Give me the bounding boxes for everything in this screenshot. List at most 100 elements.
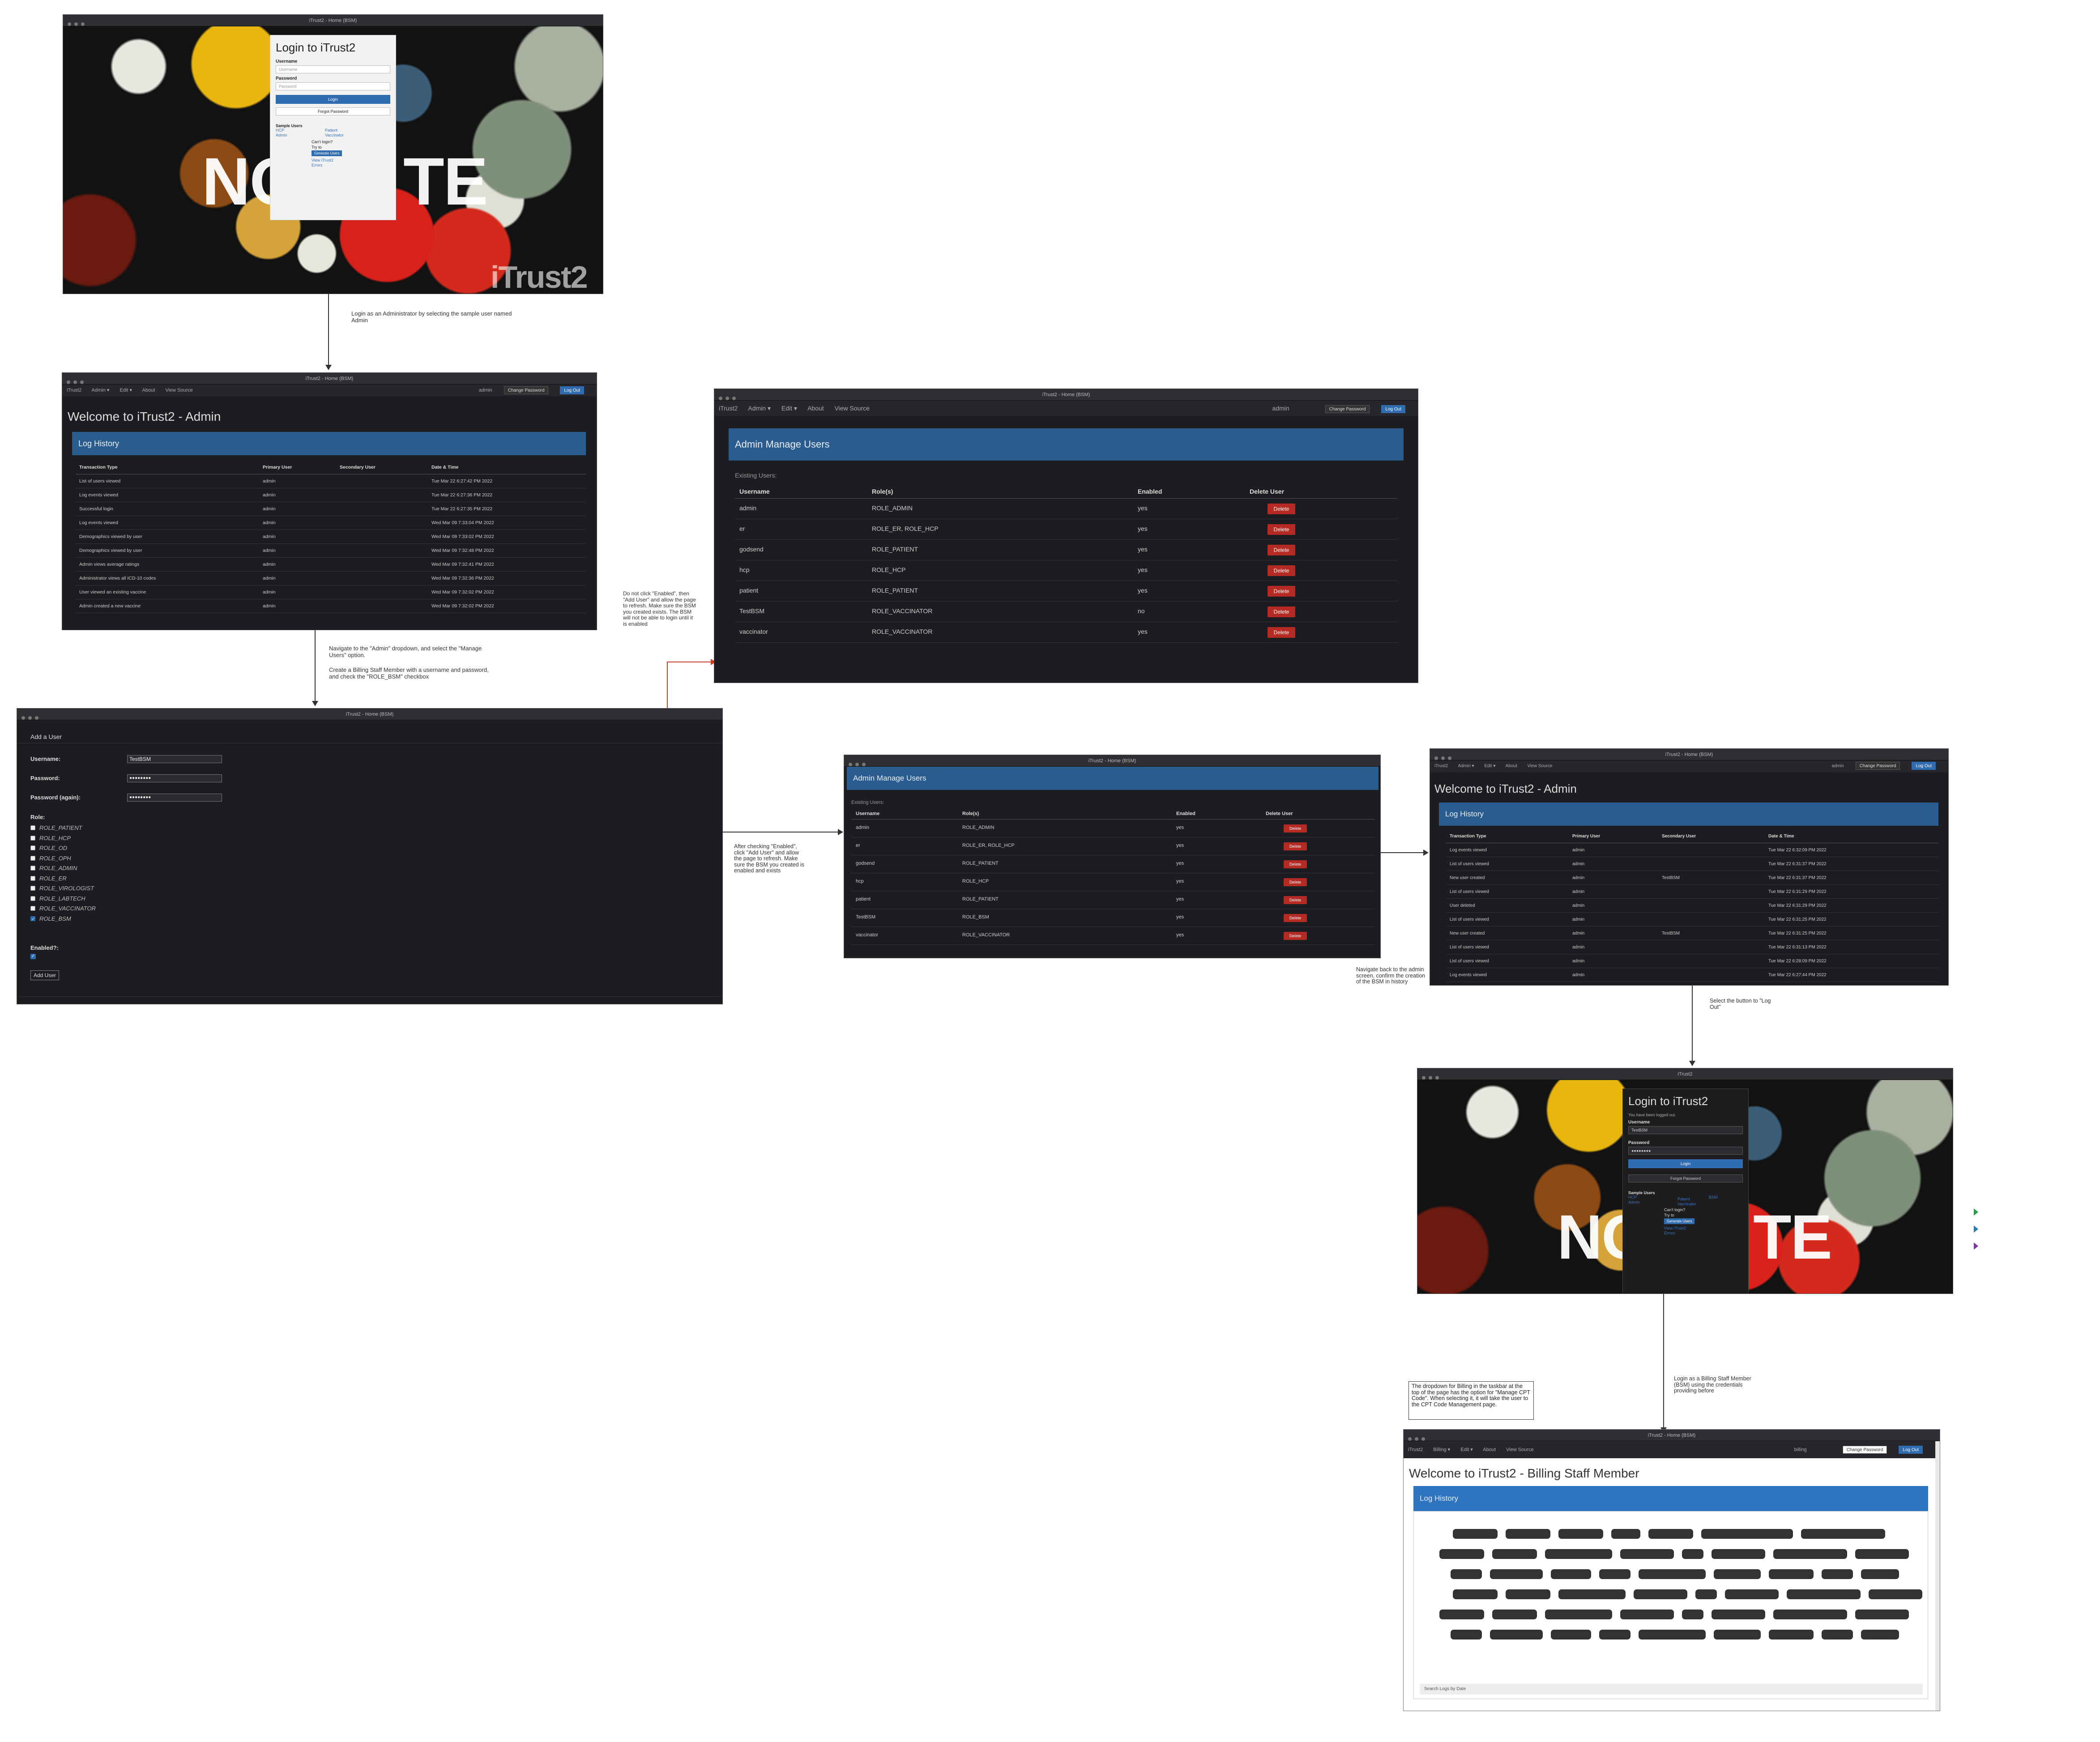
role-checkbox[interactable] [30,886,35,891]
role-checkbox[interactable] [30,825,35,830]
flow-arrow-4 [1381,852,1425,853]
sample-admin-link[interactable]: Admin [276,133,287,137]
brand-link[interactable]: iTrust2 [1434,764,1448,769]
delete-user-button[interactable]: Delete [1284,860,1307,868]
delete-user-button[interactable]: Delete [1284,914,1307,922]
view-source-link[interactable]: View Source [1528,764,1553,769]
scrollbar[interactable] [1935,1441,1940,1711]
generate-users-button[interactable]: Generate Users [312,150,342,156]
about-link[interactable]: About [1506,764,1517,769]
sample-bsm-link[interactable]: BSM [1709,1195,1718,1200]
role-option[interactable]: ROLE_OPH [30,854,96,864]
edit-dropdown[interactable]: Edit ▾ [1460,1447,1473,1452]
sample-vaccinator-link[interactable]: Vaccinator [325,133,344,137]
view-source-link[interactable]: View Source [1506,1447,1534,1452]
change-password-button[interactable]: Change Password [1842,1446,1887,1454]
delete-user-button[interactable]: Delete [1284,878,1307,886]
existing-users-label: Existing Users: [851,800,884,805]
password-input[interactable]: Password [276,82,390,90]
username-input[interactable]: TestBSM [1628,1126,1743,1134]
sample-vaccinator-link[interactable]: Vaccinator [1677,1202,1696,1206]
role-checkbox[interactable] [30,896,35,901]
forgot-password-button[interactable]: Forgot Password [276,107,390,115]
role-option[interactable]: ROLE_VIROLOGIST [30,884,96,894]
login-button[interactable]: Login [276,95,390,104]
admin-dropdown[interactable]: Admin ▾ [1458,764,1474,769]
brand-link[interactable]: iTrust2 [719,405,738,412]
login-button[interactable]: Login [1628,1159,1743,1168]
role-option[interactable]: ROLE_ER [30,874,96,884]
role-checkbox[interactable] [30,875,35,881]
username-input[interactable]: TestBSM [127,755,222,763]
logout-button[interactable]: Log Out [1899,1446,1923,1454]
logout-button[interactable]: Log Out [1381,405,1405,413]
change-password-button[interactable]: Change Password [504,386,549,394]
role-checkbox[interactable] [30,855,35,861]
delete-user-button[interactable]: Delete [1268,627,1295,638]
generate-users-button[interactable]: Generate Users [1664,1218,1695,1224]
admin-dropdown[interactable]: Admin ▾ [92,388,110,393]
errors-link[interactable]: Errors [312,163,390,167]
log-history-panel-header: Log History [1413,1486,1928,1511]
password-input[interactable]: ●●●●●●●● [127,774,222,782]
add-user-button[interactable]: Add User [30,970,60,980]
billing-dropdown[interactable]: Billing ▾ [1433,1447,1450,1452]
password-input[interactable]: ●●●●●●●● [1628,1147,1743,1155]
errors-link[interactable]: Errors [1664,1231,1743,1235]
view-itrust-link[interactable]: View iTrust2 [1664,1226,1743,1230]
delete-user-button[interactable]: Delete [1268,606,1295,617]
role-option[interactable]: ✓ ROLE_BSM [30,914,96,924]
role-checkbox[interactable] [30,866,35,871]
delete-user-button[interactable]: Delete [1268,545,1295,555]
change-password-button[interactable]: Change Password [1325,405,1370,413]
edit-dropdown[interactable]: Edit ▾ [120,388,132,393]
delete-user-button[interactable]: Delete [1268,504,1295,514]
sample-patient-link[interactable]: Patient [325,128,337,132]
table-cell: Wed Mar 09 7:33:04 PM 2022 [431,520,494,525]
change-password-button[interactable]: Change Password [1855,762,1900,770]
role-checkbox[interactable] [30,906,35,911]
role-checkbox[interactable] [30,835,35,841]
delete-user-button[interactable]: Delete [1284,896,1307,904]
password-again-input[interactable]: ●●●●●●●● [127,794,222,802]
sample-patient-link[interactable]: Patient [1677,1197,1690,1201]
redacted-cell [1439,1549,1484,1559]
role-option[interactable]: ROLE_OD [30,843,96,854]
delete-user-button[interactable]: Delete [1284,842,1307,850]
about-link[interactable]: About [1483,1447,1496,1452]
column-header: Enabled [1138,488,1162,495]
sample-admin-link[interactable]: Admin [1628,1200,1640,1204]
role-checkbox[interactable] [30,845,35,850]
role-checkbox[interactable]: ✓ [30,916,35,921]
about-link[interactable]: About [142,388,155,393]
delete-user-button[interactable]: Delete [1284,932,1307,940]
delete-user-button[interactable]: Delete [1268,524,1295,535]
role-option[interactable]: ROLE_HCP [30,833,96,844]
enabled-checkbox[interactable]: ✓ [30,954,36,959]
sample-hcp-link[interactable]: HCP [1628,1195,1637,1200]
view-source-link[interactable]: View Source [835,405,870,412]
logout-button[interactable]: Log Out [560,386,584,394]
view-itrust-link[interactable]: View iTrust2 [312,158,390,162]
window-title: iTrust2 - Home (BSM) [1088,758,1136,764]
sample-hcp-link[interactable]: HCP [276,128,284,132]
admin-dropdown[interactable]: Admin ▾ [748,405,771,412]
edit-dropdown[interactable]: Edit ▾ [781,405,797,412]
delete-user-button[interactable]: Delete [1268,586,1295,597]
username-input[interactable]: Username [276,65,390,73]
about-link[interactable]: About [807,405,824,412]
delete-user-button[interactable]: Delete [1284,824,1307,833]
role-option[interactable]: ROLE_VACCINATOR [30,904,96,914]
forgot-password-button[interactable]: Forgot Password [1628,1174,1743,1183]
logout-button[interactable]: Log Out [1912,762,1936,770]
search-logs-input[interactable]: Search Logs by Date [1420,1684,1923,1695]
view-source-link[interactable]: View Source [165,388,193,393]
role-option[interactable]: ROLE_LABTECH [30,894,96,904]
role-option[interactable]: ROLE_ADMIN [30,863,96,874]
delete-user-button[interactable]: Delete [1268,565,1295,576]
brand-link[interactable]: iTrust2 [1408,1447,1423,1452]
role-option[interactable]: ROLE_PATIENT [30,823,96,833]
window-title: iTrust2 - Home (BSM) [1665,752,1713,757]
edit-dropdown[interactable]: Edit ▾ [1484,764,1495,769]
brand-link[interactable]: iTrust2 [67,388,81,393]
